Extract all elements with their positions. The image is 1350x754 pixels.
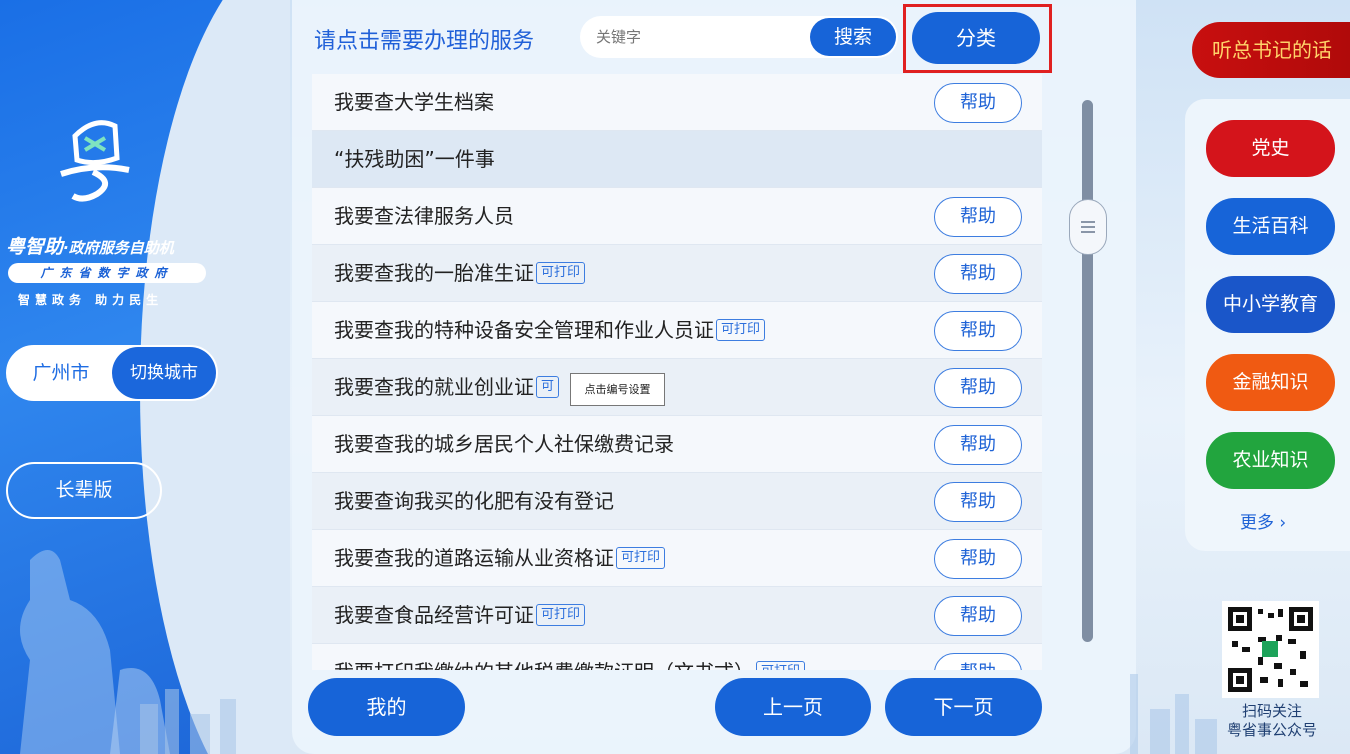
printable-badge: 可打印: [616, 546, 666, 569]
service-name: 我要查询我买的化肥有没有登记: [334, 489, 614, 513]
printable-badge: 可打印: [536, 603, 586, 626]
yue-logo-icon: [60, 120, 130, 202]
help-button[interactable]: 帮助: [934, 311, 1022, 351]
printable-badge: 可打印: [716, 318, 766, 341]
service-name: 我要查我的道路运输从业资格证: [334, 546, 614, 570]
service-list: 我要查大学生档案 帮助 “扶残助困”一件事 我要查法律服务人员 帮助 我要查我的一胎…: [312, 74, 1042, 670]
qr-caption: 扫码关注 粤省事公众号: [1220, 702, 1324, 740]
switch-city-button[interactable]: 切换城市: [112, 347, 216, 399]
service-name: 我要查我的一胎准生证: [334, 261, 534, 285]
goat-statue-icon: [20, 550, 170, 754]
k12-education-button[interactable]: 中小学教育: [1206, 276, 1335, 333]
service-name: “扶残助困”一件事: [334, 147, 495, 171]
agriculture-knowledge-button[interactable]: 农业知识: [1206, 432, 1335, 489]
service-name: 我要查食品经营许可证: [334, 603, 534, 627]
help-button[interactable]: 帮助: [934, 653, 1022, 670]
more-link[interactable]: 更多 ›: [1240, 508, 1286, 533]
page-title: 请点击需要办理的服务: [314, 29, 535, 54]
search-input[interactable]: [594, 16, 794, 58]
service-name: 我要查法律服务人员: [334, 204, 514, 228]
help-button[interactable]: 帮助: [934, 425, 1022, 465]
service-row[interactable]: 我要打印我缴纳的其他税费缴款证明（文书式）可打印 帮助: [312, 644, 1042, 670]
mine-button[interactable]: 我的: [308, 678, 465, 736]
prev-page-button[interactable]: 上一页: [715, 678, 871, 736]
help-button[interactable]: 帮助: [934, 368, 1022, 408]
qr-code-icon: [1222, 601, 1319, 698]
party-history-button[interactable]: 党史: [1206, 120, 1335, 177]
service-row[interactable]: 我要查大学生档案 帮助: [312, 74, 1042, 131]
printable-badge: 可打印: [536, 261, 586, 284]
service-row[interactable]: “扶残助困”一件事: [312, 131, 1042, 188]
life-encyclopedia-button[interactable]: 生活百科: [1206, 198, 1335, 255]
next-page-button[interactable]: 下一页: [885, 678, 1042, 736]
service-name: 我要查大学生档案: [334, 90, 494, 114]
elder-mode-button[interactable]: 长辈版: [6, 462, 162, 519]
service-row[interactable]: 我要查食品经营许可证 可打印 帮助: [312, 587, 1042, 644]
help-button[interactable]: 帮助: [934, 482, 1022, 522]
help-button[interactable]: 帮助: [934, 254, 1022, 294]
scrollbar-track[interactable]: [1082, 100, 1093, 642]
service-row[interactable]: 我要查询我买的化肥有没有登记 帮助: [312, 473, 1042, 530]
city-selector: 广州市 切换城市: [6, 345, 218, 401]
org-label: 广东省数字政府: [8, 263, 206, 283]
service-name: 我要查我的就业创业证: [334, 375, 534, 399]
category-button[interactable]: 分类: [912, 12, 1040, 64]
service-row[interactable]: 我要查我的城乡居民个人社保缴费记录 帮助: [312, 416, 1042, 473]
qr-caption-line1: 扫码关注: [1241, 702, 1302, 720]
scrollbar-thumb[interactable]: [1069, 199, 1107, 255]
printable-badge: 可打印: [756, 660, 806, 670]
help-button[interactable]: 帮助: [934, 539, 1022, 579]
qr-caption-line2: 粤省事公众号: [1226, 721, 1317, 739]
service-row[interactable]: 我要查我的一胎准生证 可打印 帮助: [312, 245, 1042, 302]
brand-title: 粤智助·政府服务自助机: [6, 232, 174, 259]
printable-badge: 可: [536, 375, 560, 398]
help-button[interactable]: 帮助: [934, 83, 1022, 123]
search-button[interactable]: 搜索: [810, 18, 896, 56]
help-button[interactable]: 帮助: [934, 596, 1022, 636]
service-name: 我要查我的城乡居民个人社保缴费记录: [334, 432, 674, 456]
service-row[interactable]: 我要查法律服务人员 帮助: [312, 188, 1042, 245]
current-city: 广州市: [32, 362, 90, 384]
search-box: 搜索: [580, 16, 898, 58]
help-button[interactable]: 帮助: [934, 197, 1022, 237]
service-name: 我要查我的特种设备安全管理和作业人员证: [334, 318, 714, 342]
service-row[interactable]: 我要查我的道路运输从业资格证 可打印 帮助: [312, 530, 1042, 587]
brand-subtitle: ·政府服务自助机: [63, 239, 174, 257]
finance-knowledge-button[interactable]: 金融知识: [1206, 354, 1335, 411]
listen-to-secretary-button[interactable]: 听总书记的话: [1192, 22, 1350, 78]
service-name: 我要打印我缴纳的其他税费缴款证明（文书式）: [334, 660, 754, 670]
service-row[interactable]: 我要查我的就业创业证可 帮助: [312, 359, 1042, 416]
slogan: 智慧政务 助力民生: [18, 293, 164, 307]
brand-name: 粤智助: [6, 236, 64, 258]
tooltip: 点击编号设置: [570, 373, 665, 406]
service-row[interactable]: 我要查我的特种设备安全管理和作业人员证 可打印 帮助: [312, 302, 1042, 359]
